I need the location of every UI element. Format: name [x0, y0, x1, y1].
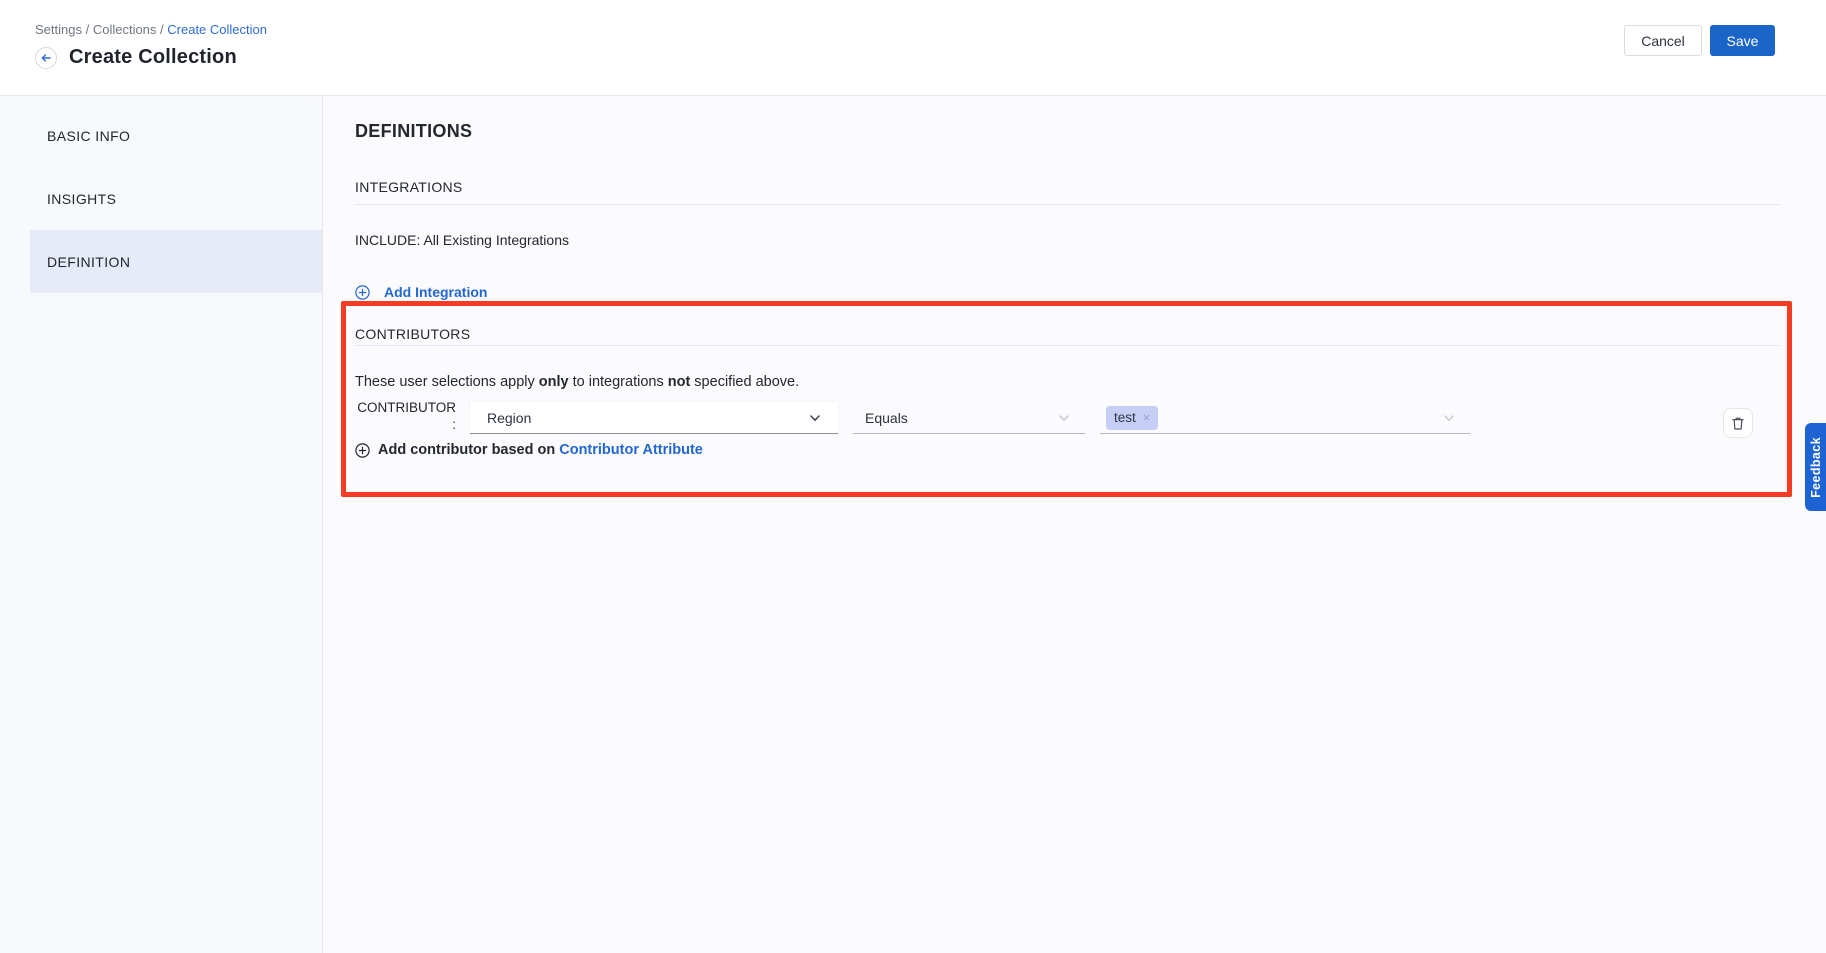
value-tag: test ×: [1106, 406, 1158, 430]
breadcrumb-current[interactable]: Create Collection: [167, 22, 267, 37]
attribute-select-value: Region: [487, 410, 531, 426]
contributors-note: These user selections apply only to inte…: [355, 374, 1780, 390]
note-text: specified above.: [690, 374, 799, 390]
breadcrumb-separator: /: [156, 22, 167, 37]
plus-circle-icon: [355, 443, 370, 458]
note-text: to integrations: [569, 374, 668, 390]
sidebar-item-basic-info[interactable]: BASIC INFO: [30, 104, 322, 167]
definition-panel: DEFINITIONS INTEGRATIONS INCLUDE: All Ex…: [323, 96, 1826, 953]
breadcrumb: Settings / Collections / Create Collecti…: [35, 22, 1776, 37]
breadcrumb-separator: /: [82, 22, 93, 37]
note-text: These user selections apply: [355, 374, 539, 390]
contributor-label-colon: :: [355, 416, 456, 433]
cancel-button[interactable]: Cancel: [1624, 25, 1702, 56]
contributors-section-title: CONTRIBUTORS: [355, 326, 1780, 346]
values-select[interactable]: test ×: [1100, 402, 1470, 434]
contributor-rule-row: CONTRIBUTOR : Region Equals test ×: [355, 399, 1780, 434]
sidebar-item-definition[interactable]: DEFINITION: [30, 230, 322, 293]
chevron-down-icon: [1057, 411, 1071, 425]
contributor-label: CONTRIBUTOR :: [355, 399, 460, 434]
back-button[interactable]: [35, 47, 57, 69]
page-header: Settings / Collections / Create Collecti…: [0, 0, 1826, 96]
note-bold-only: only: [539, 374, 569, 390]
chevron-down-icon: [808, 411, 822, 425]
note-bold-not: not: [668, 374, 691, 390]
breadcrumb-collections[interactable]: Collections: [93, 22, 157, 37]
page-title: Create Collection: [69, 46, 237, 69]
chevron-down-icon: [1442, 411, 1456, 425]
attribute-select[interactable]: Region: [470, 402, 838, 434]
add-integration-link[interactable]: Add Integration: [384, 284, 487, 300]
operator-select[interactable]: Equals: [853, 402, 1085, 434]
delete-rule-button[interactable]: [1723, 408, 1753, 438]
arrow-left-icon: [40, 52, 52, 64]
definitions-heading: DEFINITIONS: [355, 121, 1780, 142]
value-tag-text: test: [1114, 410, 1136, 425]
remove-tag-icon[interactable]: ×: [1143, 410, 1151, 425]
feedback-tab[interactable]: Feedback: [1805, 423, 1826, 511]
settings-sidebar: BASIC INFO INSIGHTS DEFINITION: [0, 96, 323, 953]
integrations-section-title: INTEGRATIONS: [355, 179, 1780, 205]
save-button[interactable]: Save: [1710, 25, 1775, 56]
add-contributor-text: Add contributor based on: [378, 442, 559, 458]
add-contributor-row: Add contributor based on Contributor Att…: [355, 442, 1780, 458]
include-integrations-text: INCLUDE: All Existing Integrations: [355, 232, 1780, 248]
breadcrumb-settings[interactable]: Settings: [35, 22, 82, 37]
feedback-tab-label: Feedback: [1809, 437, 1823, 498]
contributor-attribute-link[interactable]: Contributor Attribute: [559, 442, 703, 458]
plus-circle-icon: [355, 285, 370, 300]
contributor-label-text: CONTRIBUTOR: [355, 399, 456, 416]
trash-icon: [1731, 416, 1745, 431]
operator-select-value: Equals: [865, 410, 908, 426]
sidebar-item-insights[interactable]: INSIGHTS: [30, 167, 322, 230]
